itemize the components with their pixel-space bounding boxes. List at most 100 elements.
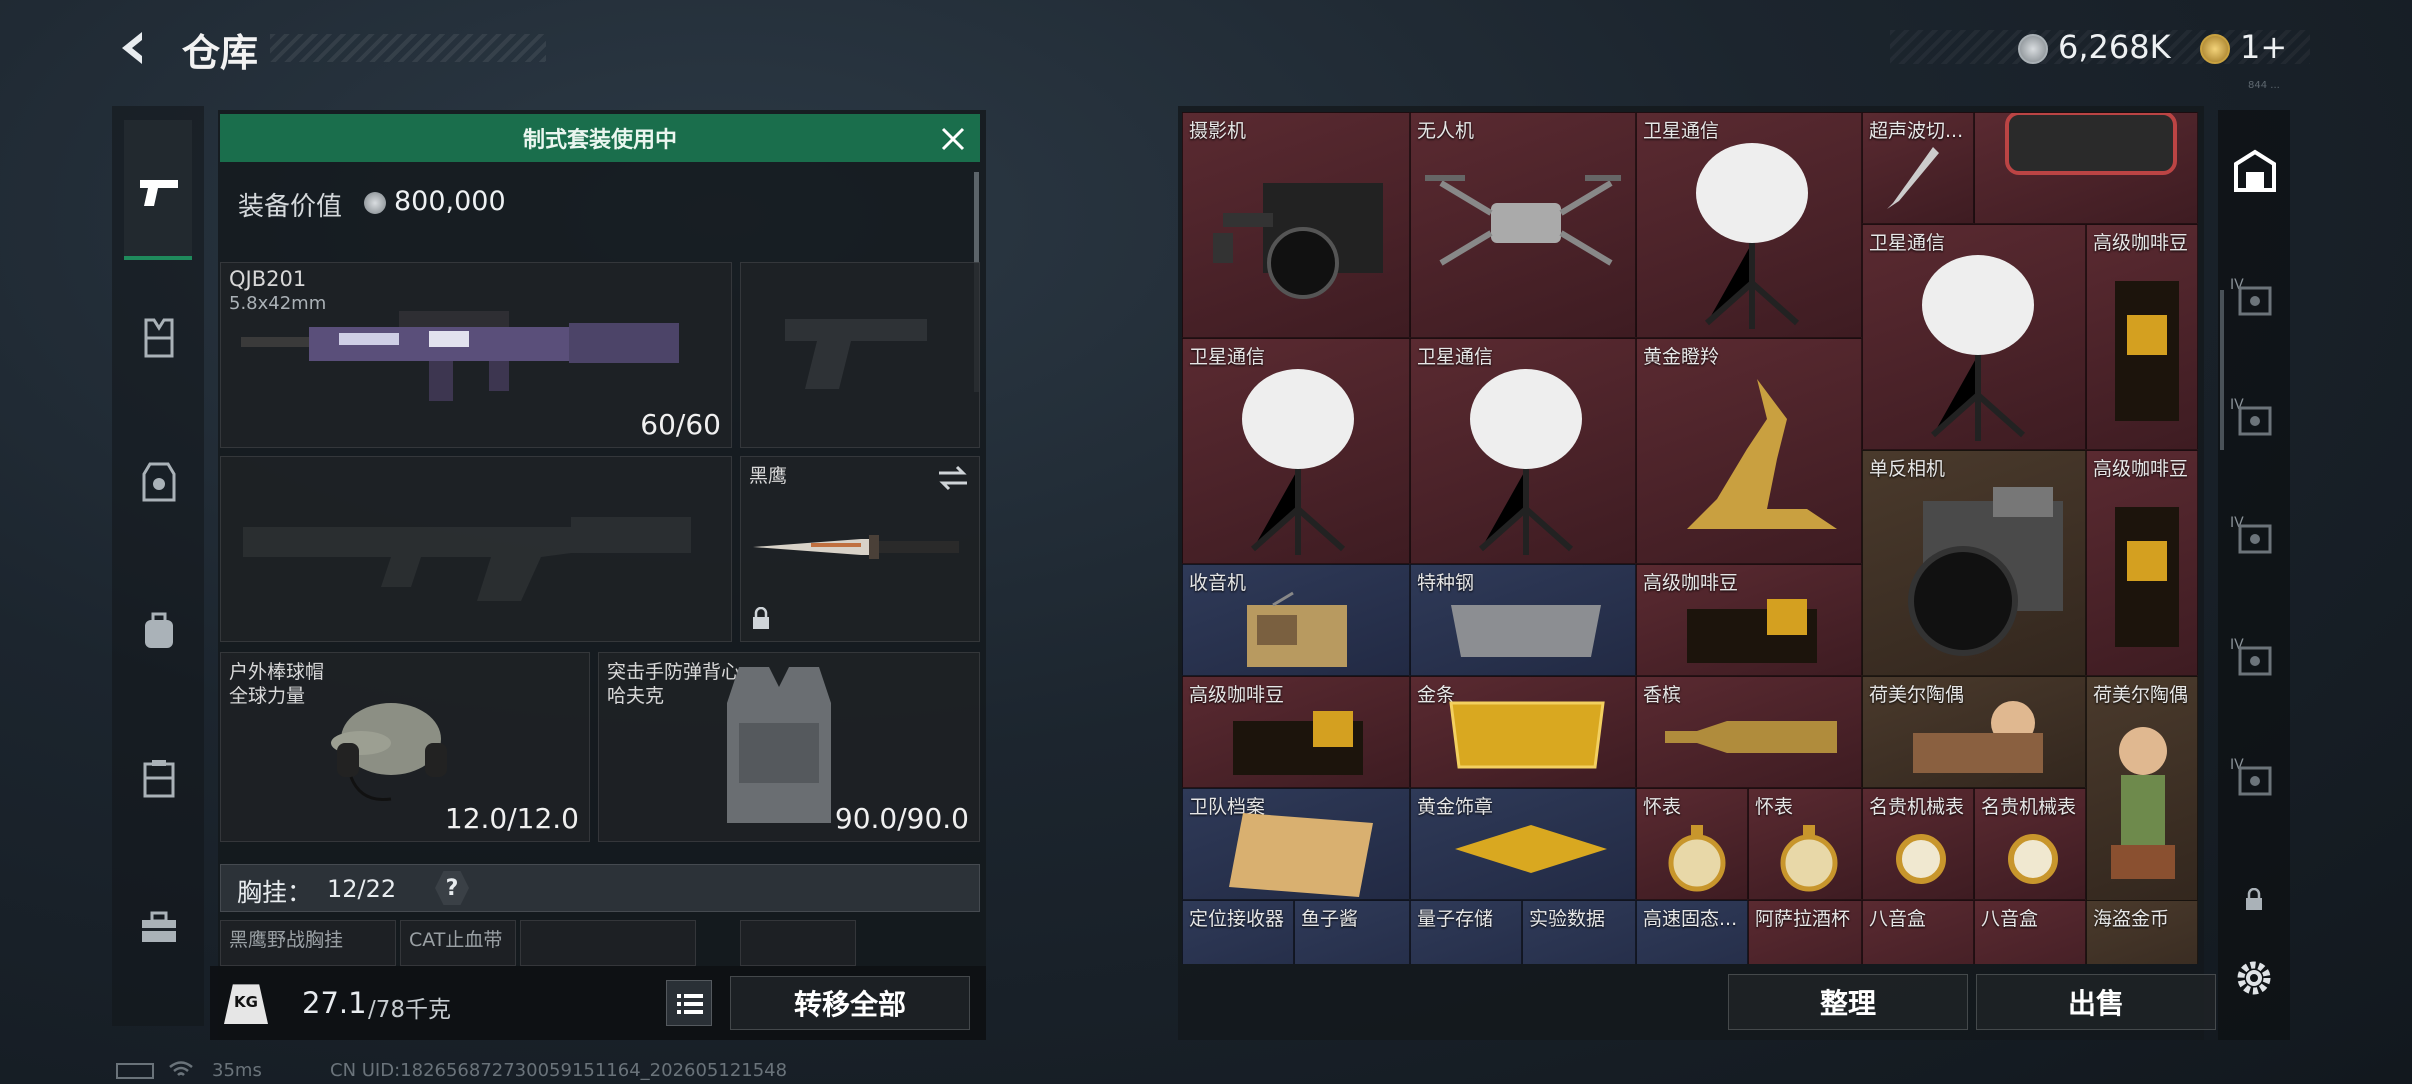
rig-slot[interactable] (520, 920, 696, 966)
stash-page-tab[interactable]: IV (2230, 274, 2280, 324)
stash-item[interactable]: 海盗金币 (2086, 900, 2198, 964)
stash-item[interactable]: 高级咖啡豆 (1636, 564, 1862, 676)
helmet-slot[interactable]: 户外棒球帽 全球力量 12.0/12.0 (220, 652, 590, 842)
loadout-category-sidebar (112, 106, 204, 1026)
ultrasonic-cutter-icon (1887, 147, 1939, 209)
backpack-icon[interactable] (142, 612, 176, 650)
back-arrow-icon (122, 32, 142, 64)
stash-item[interactable]: 八音盒 (1862, 900, 1974, 964)
stash-item[interactable]: 实验数据 (1522, 900, 1636, 964)
stash-item[interactable]: 荷美尔陶偶 (1862, 676, 2086, 788)
item-name: 名贵机械表 (1869, 796, 1965, 818)
stash-item[interactable]: 阿萨拉酒杯 (1748, 900, 1862, 964)
item-name: 八音盒 (1981, 908, 2039, 930)
rig-slot[interactable] (740, 920, 856, 966)
weight-current: 27.1 (302, 986, 367, 1020)
back-button[interactable] (112, 26, 162, 70)
stash-item[interactable]: 高级咖啡豆 (2086, 224, 2198, 450)
rig-slot[interactable]: CAT止血带 (400, 920, 516, 966)
sidebar-tab-weapons[interactable] (124, 120, 192, 260)
cap-headset-icon (331, 703, 447, 802)
stash-item[interactable]: 高级咖啡豆 (2086, 450, 2198, 676)
ammo-count: 60/60 (640, 408, 721, 441)
item-name: 特种钢 (1417, 572, 1475, 594)
rifle-silhouette-icon (243, 517, 691, 601)
stash-item[interactable]: 卫星通信 (1182, 338, 1410, 564)
wristwatch-icon (1896, 834, 1946, 884)
sort-button[interactable]: 整理 (1728, 974, 1968, 1030)
stash-item[interactable]: 名贵机械表 (1862, 788, 1974, 900)
stash-page-tab[interactable]: IV (2230, 754, 2280, 804)
item-name: 香槟 (1643, 684, 1682, 706)
stash-item[interactable]: 鱼子酱 (1294, 900, 1410, 964)
stash-item[interactable]: 卫星通信 (1410, 338, 1636, 564)
stash-page-icon (2238, 406, 2272, 436)
stash-page-tab[interactable]: IV (2230, 634, 2280, 684)
stash-item[interactable]: 卫星通信 (1862, 224, 2086, 450)
armor-slot[interactable]: 突击手防弹背心 哈夫克 90.0/90.0 (598, 652, 980, 842)
lock-icon[interactable] (2244, 888, 2264, 912)
coffee-bag-icon (2115, 507, 2179, 647)
stash-item[interactable]: 名贵机械表 (1974, 788, 2086, 900)
stash-item[interactable]: 荷美尔陶偶 (2086, 676, 2198, 902)
rig-slot[interactable]: 黑鹰野战胸挂 (220, 920, 396, 966)
pocket-watch-icon (1668, 825, 1726, 892)
stash-item[interactable]: 高级咖啡豆 (1182, 676, 1410, 788)
armor-durability: 90.0/90.0 (834, 802, 969, 835)
stash-item[interactable]: 定位接收器 (1182, 900, 1294, 964)
stash-item[interactable]: 怀表 (1636, 788, 1748, 900)
stash-item[interactable]: 摄影机 (1182, 112, 1410, 338)
stash-item[interactable]: 八音盒 (1974, 900, 2086, 964)
stash-item[interactable]: 金条 (1410, 676, 1636, 788)
case-icon (2005, 113, 2177, 175)
stash-item[interactable]: 高速固态... (1636, 900, 1748, 964)
stash-item[interactable]: 量子存储 (1410, 900, 1522, 964)
warehouse-icon[interactable] (2232, 148, 2278, 194)
stash-item[interactable]: 卫队档案 (1182, 788, 1410, 900)
help-icon[interactable]: ? (435, 871, 469, 905)
stash-item[interactable]: 黄金饰章 (1410, 788, 1636, 900)
item-name: 单反相机 (1869, 458, 1946, 480)
sidearm-slot[interactable] (740, 262, 980, 448)
close-icon[interactable] (940, 126, 966, 152)
stash-page-icon (2238, 766, 2272, 796)
stash-item[interactable]: 怀表 (1748, 788, 1862, 900)
armor-vest-icon[interactable] (142, 462, 176, 502)
transfer-all-button[interactable]: 转移全部 (730, 976, 970, 1030)
stash-item[interactable]: 卫星通信 (1636, 112, 1862, 338)
sell-button[interactable]: 出售 (1976, 974, 2216, 1030)
stash-item[interactable]: 超声波切... (1862, 112, 1974, 224)
coffee-bag-icon (2115, 281, 2179, 421)
satellite-dish-icon (1922, 255, 2034, 441)
item-name: 收音机 (1189, 572, 1247, 594)
stash-page-tab[interactable]: IV (2230, 512, 2280, 562)
stash-item[interactable]: 单反相机 (1862, 450, 2086, 676)
stash-item[interactable] (1974, 112, 2198, 224)
sidebar-scrollbar[interactable] (2220, 290, 2224, 450)
stash-item[interactable]: 特种钢 (1410, 564, 1636, 676)
swap-icon[interactable] (937, 465, 969, 491)
chest-rig-count: 12/22 (327, 875, 397, 903)
primary-weapon-slot[interactable]: QJB201 5.8x42mm 60/60 (220, 262, 732, 448)
stash-page-tab[interactable]: IV (2230, 394, 2280, 444)
stash-page-icon (2238, 286, 2272, 316)
stash-item[interactable]: 收音机 (1182, 564, 1410, 676)
melee-slot[interactable]: 黑鹰 (740, 456, 980, 642)
weight-max: /78千克 (368, 997, 452, 1023)
secondary-weapon-slot[interactable] (220, 456, 732, 642)
stash-item[interactable]: 香槟 (1636, 676, 1862, 788)
gold-currency-value[interactable]: 1+ (2240, 28, 2287, 66)
equipment-value: 800,000 (394, 186, 506, 217)
chest-rig-label: 胸挂： (237, 878, 313, 907)
stash-item[interactable]: 无人机 (1410, 112, 1636, 338)
toolbox-icon[interactable] (140, 910, 178, 944)
battery-icon (116, 1063, 154, 1079)
gold-coin-icon[interactable] (2200, 34, 2230, 64)
container-case-icon[interactable] (142, 758, 176, 798)
settings-gear-icon[interactable] (2234, 958, 2274, 998)
list-view-button[interactable] (666, 980, 712, 1026)
chest-rig-header[interactable]: 胸挂： 12/22 ? (220, 864, 980, 912)
stash-item[interactable]: 黄金瞪羚 (1636, 338, 1862, 564)
chest-rig-icon[interactable] (142, 318, 176, 358)
silver-coin-icon (364, 192, 386, 214)
